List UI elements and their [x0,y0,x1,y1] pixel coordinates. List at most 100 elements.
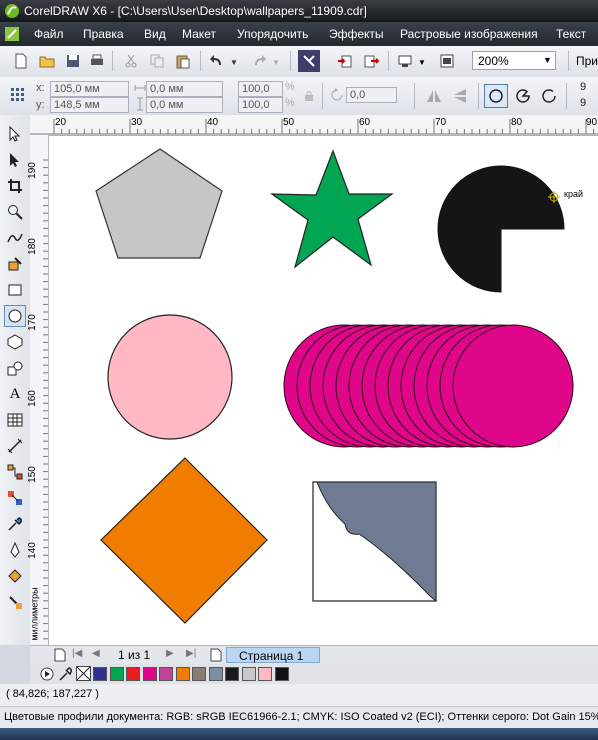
add-page-before-icon[interactable] [54,648,66,665]
rectangle-tool-icon[interactable] [4,279,26,301]
shape-tool-icon[interactable] [4,149,26,171]
snap-to-label[interactable]: При [576,54,598,68]
launcher-dropdown-icon[interactable]: ▼ [418,58,426,67]
height-field[interactable]: 0,0 мм [146,97,223,113]
color-eyedropper-tool-icon[interactable] [4,513,26,535]
ellipse-tool-icon[interactable] [4,305,26,327]
zoom-level-select[interactable]: 200% ▼ [472,51,556,70]
application-launcher-icon[interactable] [394,50,416,72]
shape-diamond[interactable] [100,457,268,624]
text-tool-icon[interactable]: A [4,383,26,405]
palette-swatch[interactable] [274,667,289,681]
palette-swatch[interactable] [126,667,140,681]
next-page-icon[interactable]: ▶ [166,648,174,659]
menu-arrange[interactable]: Упорядочить [237,27,308,41]
open-folder-icon[interactable] [36,50,58,72]
y-position-field[interactable]: 148,5 мм [50,97,129,113]
menu-edit[interactable]: Правка [83,27,124,41]
outline-pen-tool-icon[interactable] [4,539,26,561]
table-tool-icon[interactable] [4,409,26,431]
fill-tool-icon[interactable] [4,565,26,587]
shape-star[interactable] [270,149,394,269]
page-tab[interactable]: Страница 1 [226,647,320,663]
prev-page-icon[interactable]: ◀ [92,648,100,659]
page-navigator: |◀ ◀ 1 из 1 ▶ ▶| Страница 1 [30,645,598,665]
copy-icon[interactable] [146,50,168,72]
palette-swatch[interactable] [241,667,256,681]
smart-fill-tool-icon[interactable] [4,253,26,275]
x-position-field[interactable]: 105,0 мм [50,81,129,97]
palette-swatch[interactable] [109,667,124,681]
dimension-tool-icon[interactable] [4,435,26,457]
menu-view[interactable]: Вид [144,27,166,41]
page-tab-label: Страница 1 [239,649,304,663]
freehand-tool-icon[interactable] [4,227,26,249]
undo-icon[interactable] [206,50,228,72]
basic-shapes-tool-icon[interactable] [4,357,26,379]
save-icon[interactable] [62,50,84,72]
preset-grid-icon[interactable] [10,87,26,106]
shape-circle[interactable] [107,314,233,440]
pick-tool-icon[interactable] [4,123,26,145]
shape-pie[interactable] [437,165,565,293]
print-icon[interactable] [86,50,108,72]
width-field[interactable]: 0,0 мм [146,81,223,97]
palette-scroll-icon[interactable] [40,667,54,684]
shape-pentagon[interactable] [95,148,223,259]
chevron-down-icon: ▼ [543,55,552,65]
palette-swatch[interactable] [258,667,272,681]
rotation-angle-field[interactable]: 0,0 [346,87,397,103]
menu-text[interactable]: Текст [556,27,586,41]
new-document-icon[interactable] [10,50,32,72]
menu-layout[interactable]: Макет [182,27,216,41]
horizontal-ruler[interactable]: 20 30 40 50 60 70 80 90 [30,115,598,136]
import-icon[interactable] [334,50,356,72]
v-ruler-tick-label: 140 [26,542,38,559]
lock-ratio-icon[interactable] [303,90,315,105]
palette-swatch[interactable] [225,667,239,681]
standard-toolbar: ▼ ▼ ▼ 200% ▼ При [0,46,598,78]
no-fill-swatch-icon[interactable] [76,666,91,681]
export-icon[interactable] [360,50,382,72]
palette-swatch[interactable] [208,667,223,681]
vertical-ruler[interactable]: 190 180 170 160 150 140 миллиметры [26,135,49,645]
palette-swatch[interactable] [142,667,157,681]
redo-dropdown-icon[interactable]: ▼ [272,58,280,67]
start-angle-partial[interactable]: 9 [580,81,586,93]
palette-swatch[interactable] [175,667,190,681]
palette-swatch[interactable] [192,667,206,681]
eyedropper-icon[interactable] [58,666,72,685]
menu-file[interactable]: Файл [34,27,64,41]
ellipse-mode-button[interactable] [484,84,508,108]
polygon-tool-icon[interactable] [4,331,26,353]
interactive-fill-tool-icon[interactable] [4,591,26,613]
end-angle-partial[interactable]: 9 [580,97,586,109]
palette-swatch[interactable] [159,667,173,681]
welcome-screen-icon[interactable] [436,50,458,72]
crop-tool-icon[interactable] [4,175,26,197]
add-page-after-icon[interactable] [210,648,222,665]
menu-effects[interactable]: Эффекты [329,27,384,41]
last-page-icon[interactable]: ▶| [186,648,196,659]
blend-tool-icon[interactable] [4,487,26,509]
scale-x-field[interactable]: 100,0 [238,81,283,97]
redo-icon[interactable] [248,50,270,72]
shape-blend-cylinder[interactable] [283,324,574,448]
undo-dropdown-icon[interactable]: ▼ [230,58,238,67]
arc-mode-icon[interactable] [540,87,558,108]
drawing-canvas[interactable]: край [49,136,598,645]
scale-y-field[interactable]: 100,0 [238,97,283,113]
pie-mode-icon[interactable] [514,87,532,108]
menu-bitmaps[interactable]: Растровые изображения [400,27,538,41]
connector-tool-icon[interactable] [4,461,26,483]
cut-icon[interactable] [120,50,142,72]
status-bar-profiles[interactable]: Цветовые профили документа: RGB: sRGB IE… [0,706,598,729]
zoom-tool-icon[interactable] [4,201,26,223]
app-menu-icon[interactable] [4,26,20,45]
search-content-icon[interactable] [298,50,320,72]
palette-swatch[interactable] [93,667,107,681]
paste-icon[interactable] [172,50,194,72]
first-page-icon[interactable]: |◀ [72,648,82,659]
mirror-horizontal-icon[interactable] [426,88,442,107]
mirror-vertical-icon[interactable] [452,88,468,107]
